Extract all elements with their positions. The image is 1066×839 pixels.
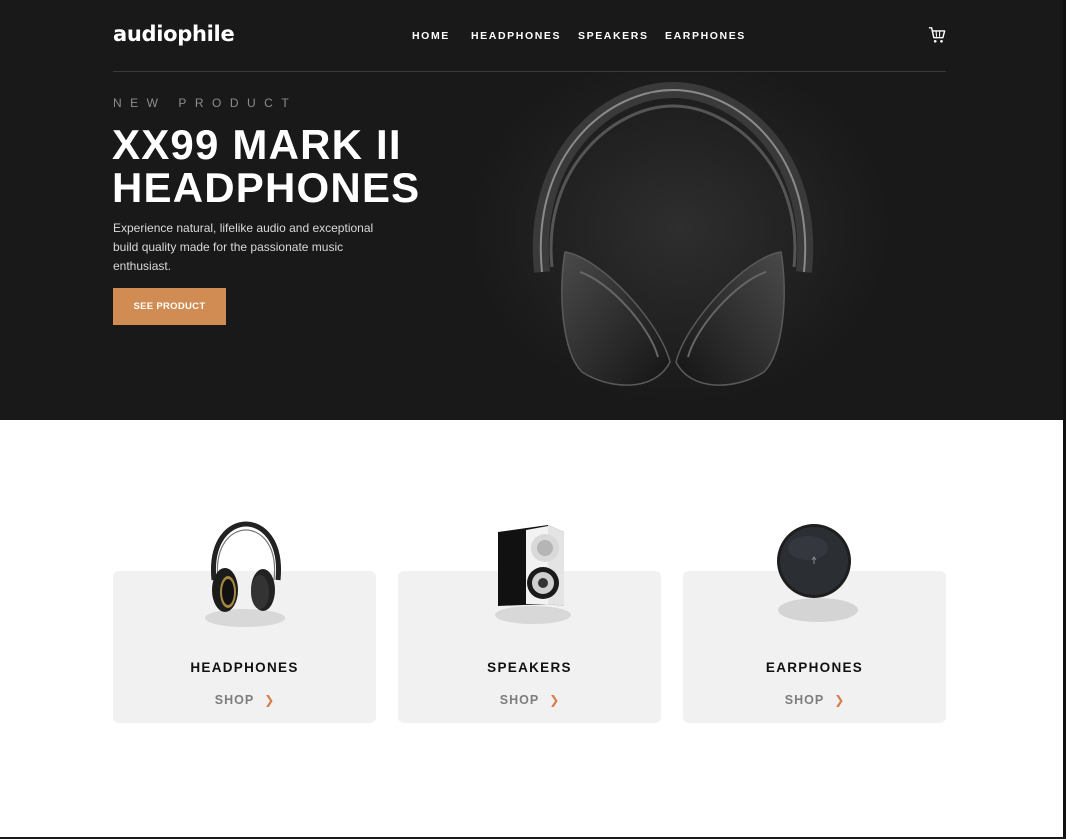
hero-title-line1: XX99 MARK II: [112, 121, 402, 168]
nav-link-headphones[interactable]: HEADPHONES: [471, 30, 561, 42]
brand-logo[interactable]: audiophile: [113, 22, 235, 46]
nav-link-earphones[interactable]: EARPHONES: [665, 30, 746, 42]
hero-title: XX99 MARK II HEADPHONES: [112, 123, 472, 209]
nav-link-speakers[interactable]: SPEAKERS: [578, 30, 649, 42]
chevron-right-icon: ❯: [549, 693, 560, 707]
see-product-button[interactable]: SEE PRODUCT: [113, 288, 226, 325]
speaker-thumbnail: [495, 525, 571, 624]
hero-title-line2: HEADPHONES: [112, 164, 421, 211]
hero-section: audiophile HOME HEADPHONES SPEAKERS EARP…: [0, 0, 1063, 420]
category-title-earphones: EARPHONES: [765, 660, 864, 675]
shop-label: SHOP: [784, 693, 825, 707]
category-title-headphones: HEADPHONES: [190, 660, 299, 675]
shop-link-earphones[interactable]: SHOP ❯: [683, 691, 946, 709]
shop-label: SHOP: [499, 693, 540, 707]
headphones-thumbnail: [205, 521, 285, 627]
cart-icon[interactable]: [928, 26, 946, 44]
shop-label: SHOP: [214, 693, 255, 707]
shop-link-headphones[interactable]: SHOP ❯: [113, 691, 376, 709]
earphones-case-thumbnail: [777, 524, 858, 622]
chevron-right-icon: ❯: [264, 693, 275, 707]
hero-description: Experience natural, lifelike audio and e…: [113, 221, 374, 273]
shop-link-speakers[interactable]: SHOP ❯: [398, 691, 661, 709]
hero-overline: NEW PRODUCT: [113, 96, 298, 110]
nav-link-home[interactable]: HOME: [412, 30, 450, 42]
headphones-hero-image: [470, 72, 890, 420]
category-title-speakers: SPEAKERS: [487, 660, 572, 675]
chevron-right-icon: ❯: [834, 693, 845, 707]
